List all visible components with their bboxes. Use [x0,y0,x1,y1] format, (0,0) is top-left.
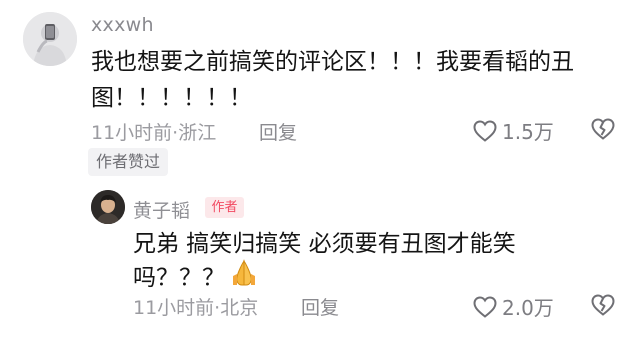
reply-time-location: 11小时前·北京 [133,297,259,319]
reply-username[interactable]: 黄子韬 [133,196,190,223]
like-count: 1.5万 [502,120,554,144]
reply-dislike-button[interactable] [590,294,616,320]
comment-section: xxxwh 我也想要之前搞笑的评论区！！！我要看韬的丑 图！！！！！！ 11小时… [0,0,640,337]
reply-button[interactable]: 回复 [259,118,297,145]
reply-reply-button[interactable]: 回复 [301,293,339,320]
comment-text-line-2: 图！！！！！！ [91,85,252,111]
comment-text-line-1: 我也想要之前搞笑的评论区！！！我要看韬的丑 [91,49,574,75]
like-button[interactable]: 1.5万 [473,116,554,145]
dislike-button[interactable] [590,118,616,144]
heart-outline-icon [473,119,497,142]
reply-text-line-2-text: 吗？？？ [133,265,225,291]
broken-heart-outline-icon [591,118,615,140]
reply-text-line-1: 兄弟 搞笑归搞笑 必须要有丑图才能笑 [133,231,516,257]
reply-avatar[interactable] [91,190,125,224]
author-liked-badge: 作者赞过 [88,148,168,176]
heart-outline-icon [473,295,497,318]
comment-time-location: 11小时前·浙江 [91,122,217,144]
avatar[interactable] [23,12,77,66]
author-tag: 作者 [205,197,244,218]
broken-heart-outline-icon [591,294,615,316]
reply-like-button[interactable]: 2.0万 [473,292,554,321]
comment-username[interactable]: xxxwh [91,14,154,36]
reply-like-count: 2.0万 [502,296,554,320]
